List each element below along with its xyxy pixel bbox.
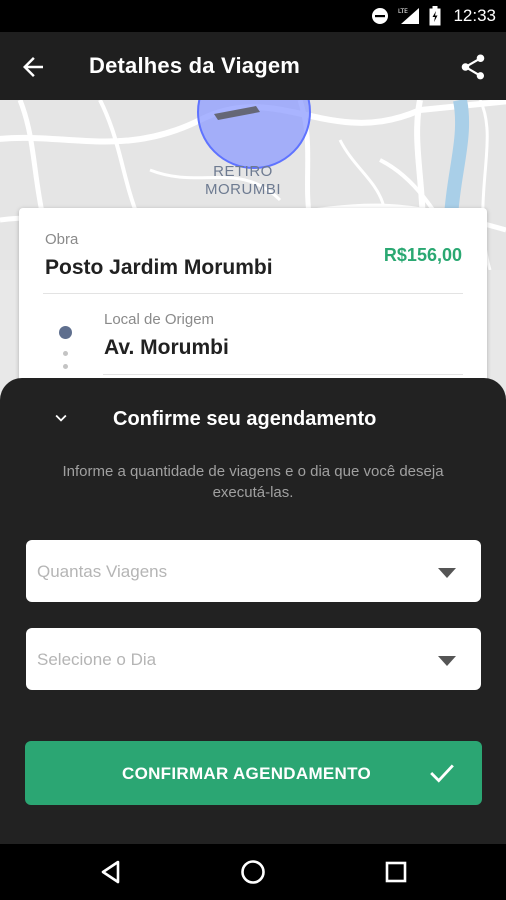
- confirm-schedule-button[interactable]: CONFIRMAR AGENDAMENTO: [25, 741, 482, 805]
- route-dot: [63, 364, 68, 369]
- status-bar: LTE 12:33: [0, 0, 506, 32]
- origin-value: Av. Morumbi: [104, 336, 229, 359]
- day-select[interactable]: Selecione o Dia: [26, 628, 481, 690]
- lte-signal-icon: LTE: [398, 8, 420, 24]
- do-not-disturb-icon: [372, 8, 389, 24]
- obra-label: Obra: [45, 231, 79, 248]
- trips-quantity-select[interactable]: Quantas Viagens: [26, 540, 481, 602]
- sheet-title: Confirme seu agendamento: [113, 408, 377, 430]
- network-label: LTE: [398, 8, 408, 15]
- obra-value: Posto Jardim Morumbi: [45, 256, 273, 279]
- status-time: 12:33: [453, 6, 496, 25]
- schedule-bottom-sheet: Confirme seu agendamento Informe a quant…: [0, 378, 506, 844]
- app-bar: Detalhes da Viagem: [0, 32, 506, 100]
- origin-dot: [59, 326, 72, 339]
- location-radius-circle: [197, 100, 311, 169]
- nav-recents-icon[interactable]: [382, 858, 410, 886]
- route-dot: [63, 351, 68, 356]
- battery-icon: [429, 6, 441, 26]
- divider: [103, 374, 463, 375]
- dropdown-caret-icon: [438, 568, 456, 578]
- divider: [43, 293, 463, 294]
- origin-label: Local de Origem: [104, 311, 215, 328]
- trip-price: R$156,00: [383, 245, 462, 265]
- map-area-label-line1: RETIRO: [213, 163, 273, 180]
- trip-info-card: Obra Posto Jardim Morumbi R$156,00 Local…: [19, 208, 487, 398]
- share-icon[interactable]: [458, 52, 488, 82]
- map-area-label-line2: MORUMBI: [205, 181, 281, 198]
- page-title: Detalhes da Viagem: [89, 53, 301, 78]
- status-icons: LTE 12:33: [371, 0, 496, 32]
- sheet-description: Informe a quantidade de viagens e o dia …: [62, 463, 444, 501]
- system-nav-bar: [0, 844, 506, 900]
- trips-quantity-placeholder: Quantas Viagens: [37, 562, 168, 581]
- dropdown-caret-icon: [438, 656, 456, 666]
- nav-back-icon[interactable]: [97, 858, 125, 886]
- day-placeholder: Selecione o Dia: [37, 650, 157, 669]
- chevron-down-icon[interactable]: [50, 407, 72, 429]
- map-area-label: RETIRO MORUMBI: [200, 163, 286, 199]
- check-icon: [430, 764, 454, 783]
- nav-home-icon[interactable]: [239, 858, 267, 886]
- back-arrow-icon[interactable]: [18, 52, 48, 82]
- confirm-schedule-label: CONFIRMAR AGENDAMENTO: [122, 764, 372, 783]
